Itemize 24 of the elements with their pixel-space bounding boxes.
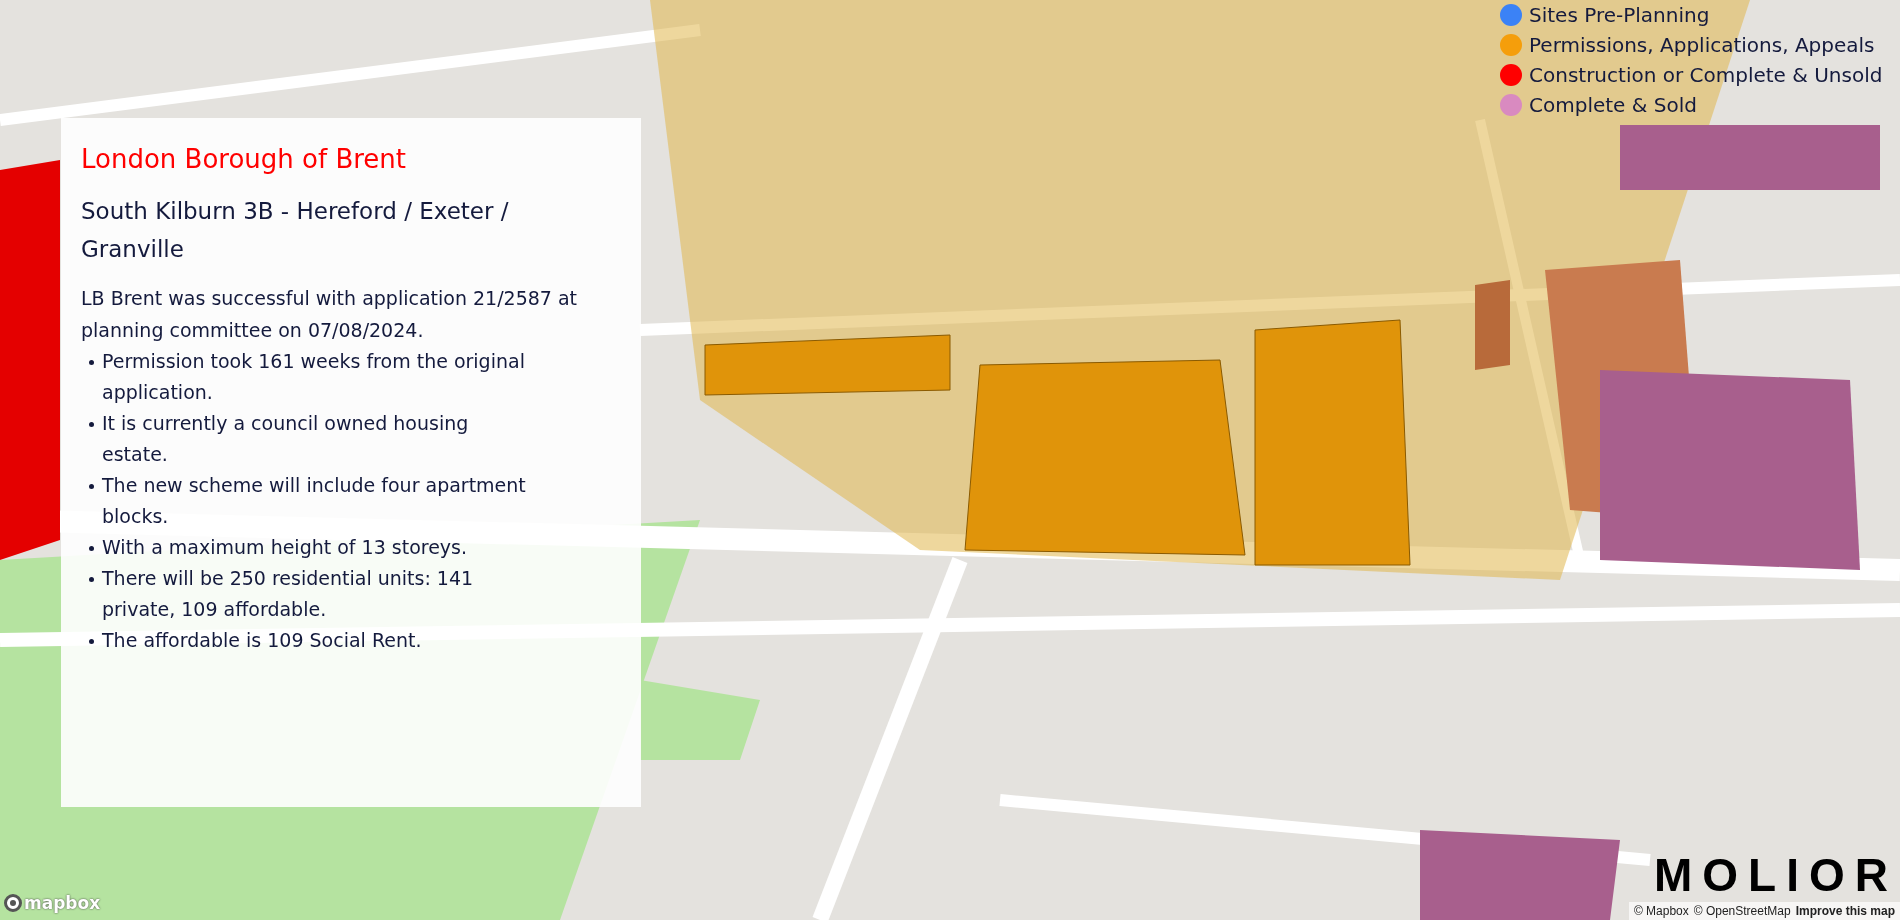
site-title: South Kilburn 3B - Hereford / Exeter / Granville: [81, 197, 510, 264]
attribution-link[interactable]: © Mapbox: [1633, 902, 1689, 920]
legend-label: Sites Pre-Planning: [1529, 2, 1710, 29]
bullet-text: It is currently a council owned housing estate.: [102, 411, 470, 467]
attribution-link[interactable]: © OpenStreetMap: [1693, 902, 1791, 920]
borough-title: London Borough of Brent: [81, 143, 407, 176]
legend-label: Construction or Complete & Unsold: [1529, 62, 1883, 89]
bullet-text: The affordable is 109 Social Rent.: [102, 628, 422, 653]
bullet-icon: [89, 422, 94, 427]
bullet-text: The new scheme will include four apartment blocks.: [102, 473, 527, 529]
mapbox-wordmark: mapbox: [24, 891, 101, 915]
bullet-icon: [89, 360, 94, 365]
bullet-text: Permission took 161 weeks from the original application.: [102, 349, 526, 405]
summary-text: LB Brent was successful with application 21/2587 at planning committee on 07/08/2024.: [81, 286, 579, 343]
brand-logo: MOLIOR: [1654, 852, 1898, 898]
attribution-link[interactable]: Improve this map: [1795, 902, 1895, 920]
legend-label: Complete & Sold: [1529, 92, 1697, 119]
bullet-icon: [89, 577, 94, 582]
bullet-icon: [89, 639, 94, 644]
bullet-text: With a maximum height of 13 storeys.: [102, 535, 468, 560]
legend-label: Permissions, Applications, Appeals: [1529, 32, 1875, 59]
bullet-icon: [89, 484, 94, 489]
bullet-text: There will be 250 residential units: 141 private, 109 affordable.: [102, 566, 475, 622]
bullet-icon: [89, 546, 94, 551]
